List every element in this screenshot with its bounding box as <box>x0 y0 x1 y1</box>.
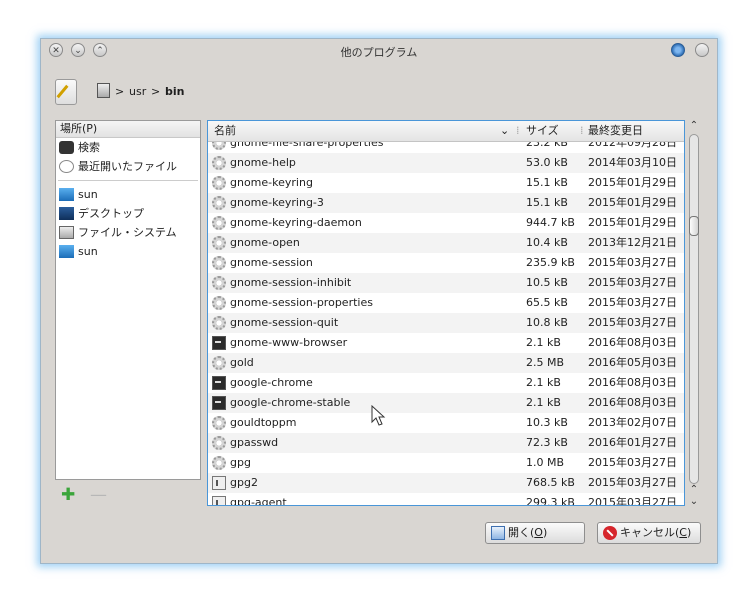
place-filesystem[interactable]: ファイル・システム <box>56 223 200 242</box>
keep-above-button[interactable] <box>695 43 709 57</box>
add-place-button[interactable]: ✚ <box>61 485 75 505</box>
place-label: sun <box>78 245 98 258</box>
script-icon <box>212 396 226 410</box>
breadcrumb-separator-icon: > <box>151 85 161 98</box>
remove-place-button[interactable]: — <box>90 485 107 505</box>
file-row[interactable]: gnome-help 53.0 kB 2014年03月10日 <box>208 153 684 173</box>
title-bar: ✕ ⌄ ⌃ 他のプログラム <box>41 39 717 63</box>
executable-gear-icon <box>212 236 226 250</box>
script-icon <box>212 376 226 390</box>
file-row[interactable]: gnome-session-properties 65.5 kB 2015年03月2… <box>208 293 684 313</box>
breadcrumb-bin[interactable]: bin <box>165 84 184 100</box>
executable-gear-icon <box>212 316 226 330</box>
column-name-header[interactable]: 名前 <box>214 121 236 141</box>
file-row[interactable]: gold 2.5 MB 2016年05月03日 <box>208 353 684 373</box>
executable-gear-icon <box>212 196 226 210</box>
binary-file-icon <box>212 496 226 505</box>
file-row[interactable]: gpg 1.0 MB 2015年03月27日 <box>208 453 684 473</box>
scroll-track[interactable] <box>689 134 699 484</box>
file-list-scrollbar[interactable]: ⌃ ⌃ ⌄ <box>687 120 701 508</box>
mouse-cursor-icon <box>371 405 386 426</box>
place-recent-files[interactable]: 最近開いたファイル <box>56 157 200 176</box>
file-row[interactable]: google-chrome-stable 2.1 kB 2016年08月03日 <box>208 393 684 413</box>
executable-gear-icon <box>212 356 226 370</box>
window-title: 他のプログラム <box>340 46 418 59</box>
executable-gear-icon <box>212 296 226 310</box>
open-with-dialog: ✕ ⌄ ⌃ 他のプログラム > usr > bin 場所(P) 検索 最近開いた… <box>40 38 718 564</box>
network-folder-icon <box>59 245 74 258</box>
pencil-icon <box>56 84 69 99</box>
cancel-button[interactable]: キャンセル(C) <box>597 522 701 544</box>
file-row[interactable]: gnome-session-inhibit 10.5 kB 2015年03月27日 <box>208 273 684 293</box>
file-list[interactable]: gnome-file-share-properties 23.2 kB 2012年0… <box>207 120 685 506</box>
executable-gear-icon <box>212 156 226 170</box>
place-desktop[interactable]: デスクトップ <box>56 204 200 223</box>
desktop-icon <box>59 207 74 220</box>
script-icon <box>212 336 226 350</box>
file-row[interactable]: gnome-open 10.4 kB 2013年12月21日 <box>208 233 684 253</box>
file-row[interactable]: gnome-session-quit 10.8 kB 2015年03月27日 <box>208 313 684 333</box>
scroll-down-arrow-icon[interactable]: ⌄ <box>687 496 701 508</box>
place-home[interactable]: sun <box>56 185 200 204</box>
file-row[interactable]: gpg-agent 299.3 kB 2015年03月27日 <box>208 493 684 505</box>
open-button[interactable]: 開く(O) <box>485 522 585 544</box>
file-row[interactable]: google-chrome 2.1 kB 2016年08月03日 <box>208 373 684 393</box>
file-row[interactable]: gnome-keyring-daemon 944.7 kB 2015年01月29日 <box>208 213 684 233</box>
breadcrumb-usr[interactable]: usr <box>129 84 146 100</box>
file-row[interactable]: gnome-www-browser 2.1 kB 2016年08月03日 <box>208 333 684 353</box>
places-header[interactable]: 場所(P) <box>56 121 200 138</box>
scroll-thumb[interactable] <box>689 216 699 236</box>
location-toolbar: > usr > bin <box>55 79 695 107</box>
place-label: 最近開いたファイル <box>78 160 177 173</box>
place-label: sun <box>78 188 98 201</box>
file-row[interactable]: gnome-session 235.9 kB 2015年03月27日 <box>208 253 684 273</box>
column-size-header[interactable]: サイズ <box>526 121 559 141</box>
drive-icon[interactable] <box>97 83 110 98</box>
place-label: デスクトップ <box>78 207 144 220</box>
home-folder-icon <box>59 188 74 201</box>
executable-gear-icon <box>212 176 226 190</box>
app-menu-icon[interactable] <box>671 43 685 57</box>
binary-file-icon <box>212 476 226 490</box>
scroll-up-arrow-icon[interactable]: ⌃ <box>687 120 701 132</box>
file-row[interactable]: gnome-keyring 15.1 kB 2015年01月29日 <box>208 173 684 193</box>
sort-chevron-down-icon[interactable]: ⌄ <box>500 121 509 141</box>
edit-location-button[interactable] <box>55 79 77 105</box>
executable-gear-icon <box>212 416 226 430</box>
breadcrumb-separator-icon: > <box>115 85 125 98</box>
file-row[interactable]: gpg2 768.5 kB 2015年03月27日 <box>208 473 684 493</box>
executable-gear-icon <box>212 456 226 470</box>
binoculars-icon <box>59 141 74 154</box>
places-panel: 場所(P) 検索 最近開いたファイル sun デスクトップ ファイル・システム … <box>55 120 201 480</box>
file-row[interactable]: gpasswd 72.3 kB 2016年01月27日 <box>208 433 684 453</box>
column-modified-header[interactable]: 最終変更日 <box>588 121 643 141</box>
scroll-up-arrow-icon[interactable]: ⌃ <box>687 484 701 496</box>
executable-gear-icon <box>212 256 226 270</box>
document-open-icon <box>491 526 505 540</box>
places-separator <box>58 176 198 181</box>
place-label: 検索 <box>78 141 100 154</box>
file-rows: gnome-file-share-properties 23.2 kB 2012年0… <box>208 133 684 505</box>
executable-gear-icon <box>212 216 226 230</box>
recent-documents-icon <box>59 160 74 173</box>
executable-gear-icon <box>212 276 226 290</box>
executable-gear-icon <box>212 436 226 450</box>
file-row[interactable]: gouldtoppm 10.3 kB 2013年02月07日 <box>208 413 684 433</box>
drive-icon <box>59 226 74 239</box>
cancel-icon <box>603 526 617 540</box>
place-search[interactable]: 検索 <box>56 138 200 157</box>
place-label: ファイル・システム <box>78 226 177 239</box>
file-list-header: 名前 ⌄ ⁞ サイズ ⁞ 最終変更日 <box>208 121 684 142</box>
file-row[interactable]: gnome-keyring-3 15.1 kB 2015年01月29日 <box>208 193 684 213</box>
place-network-home[interactable]: sun <box>56 242 200 261</box>
